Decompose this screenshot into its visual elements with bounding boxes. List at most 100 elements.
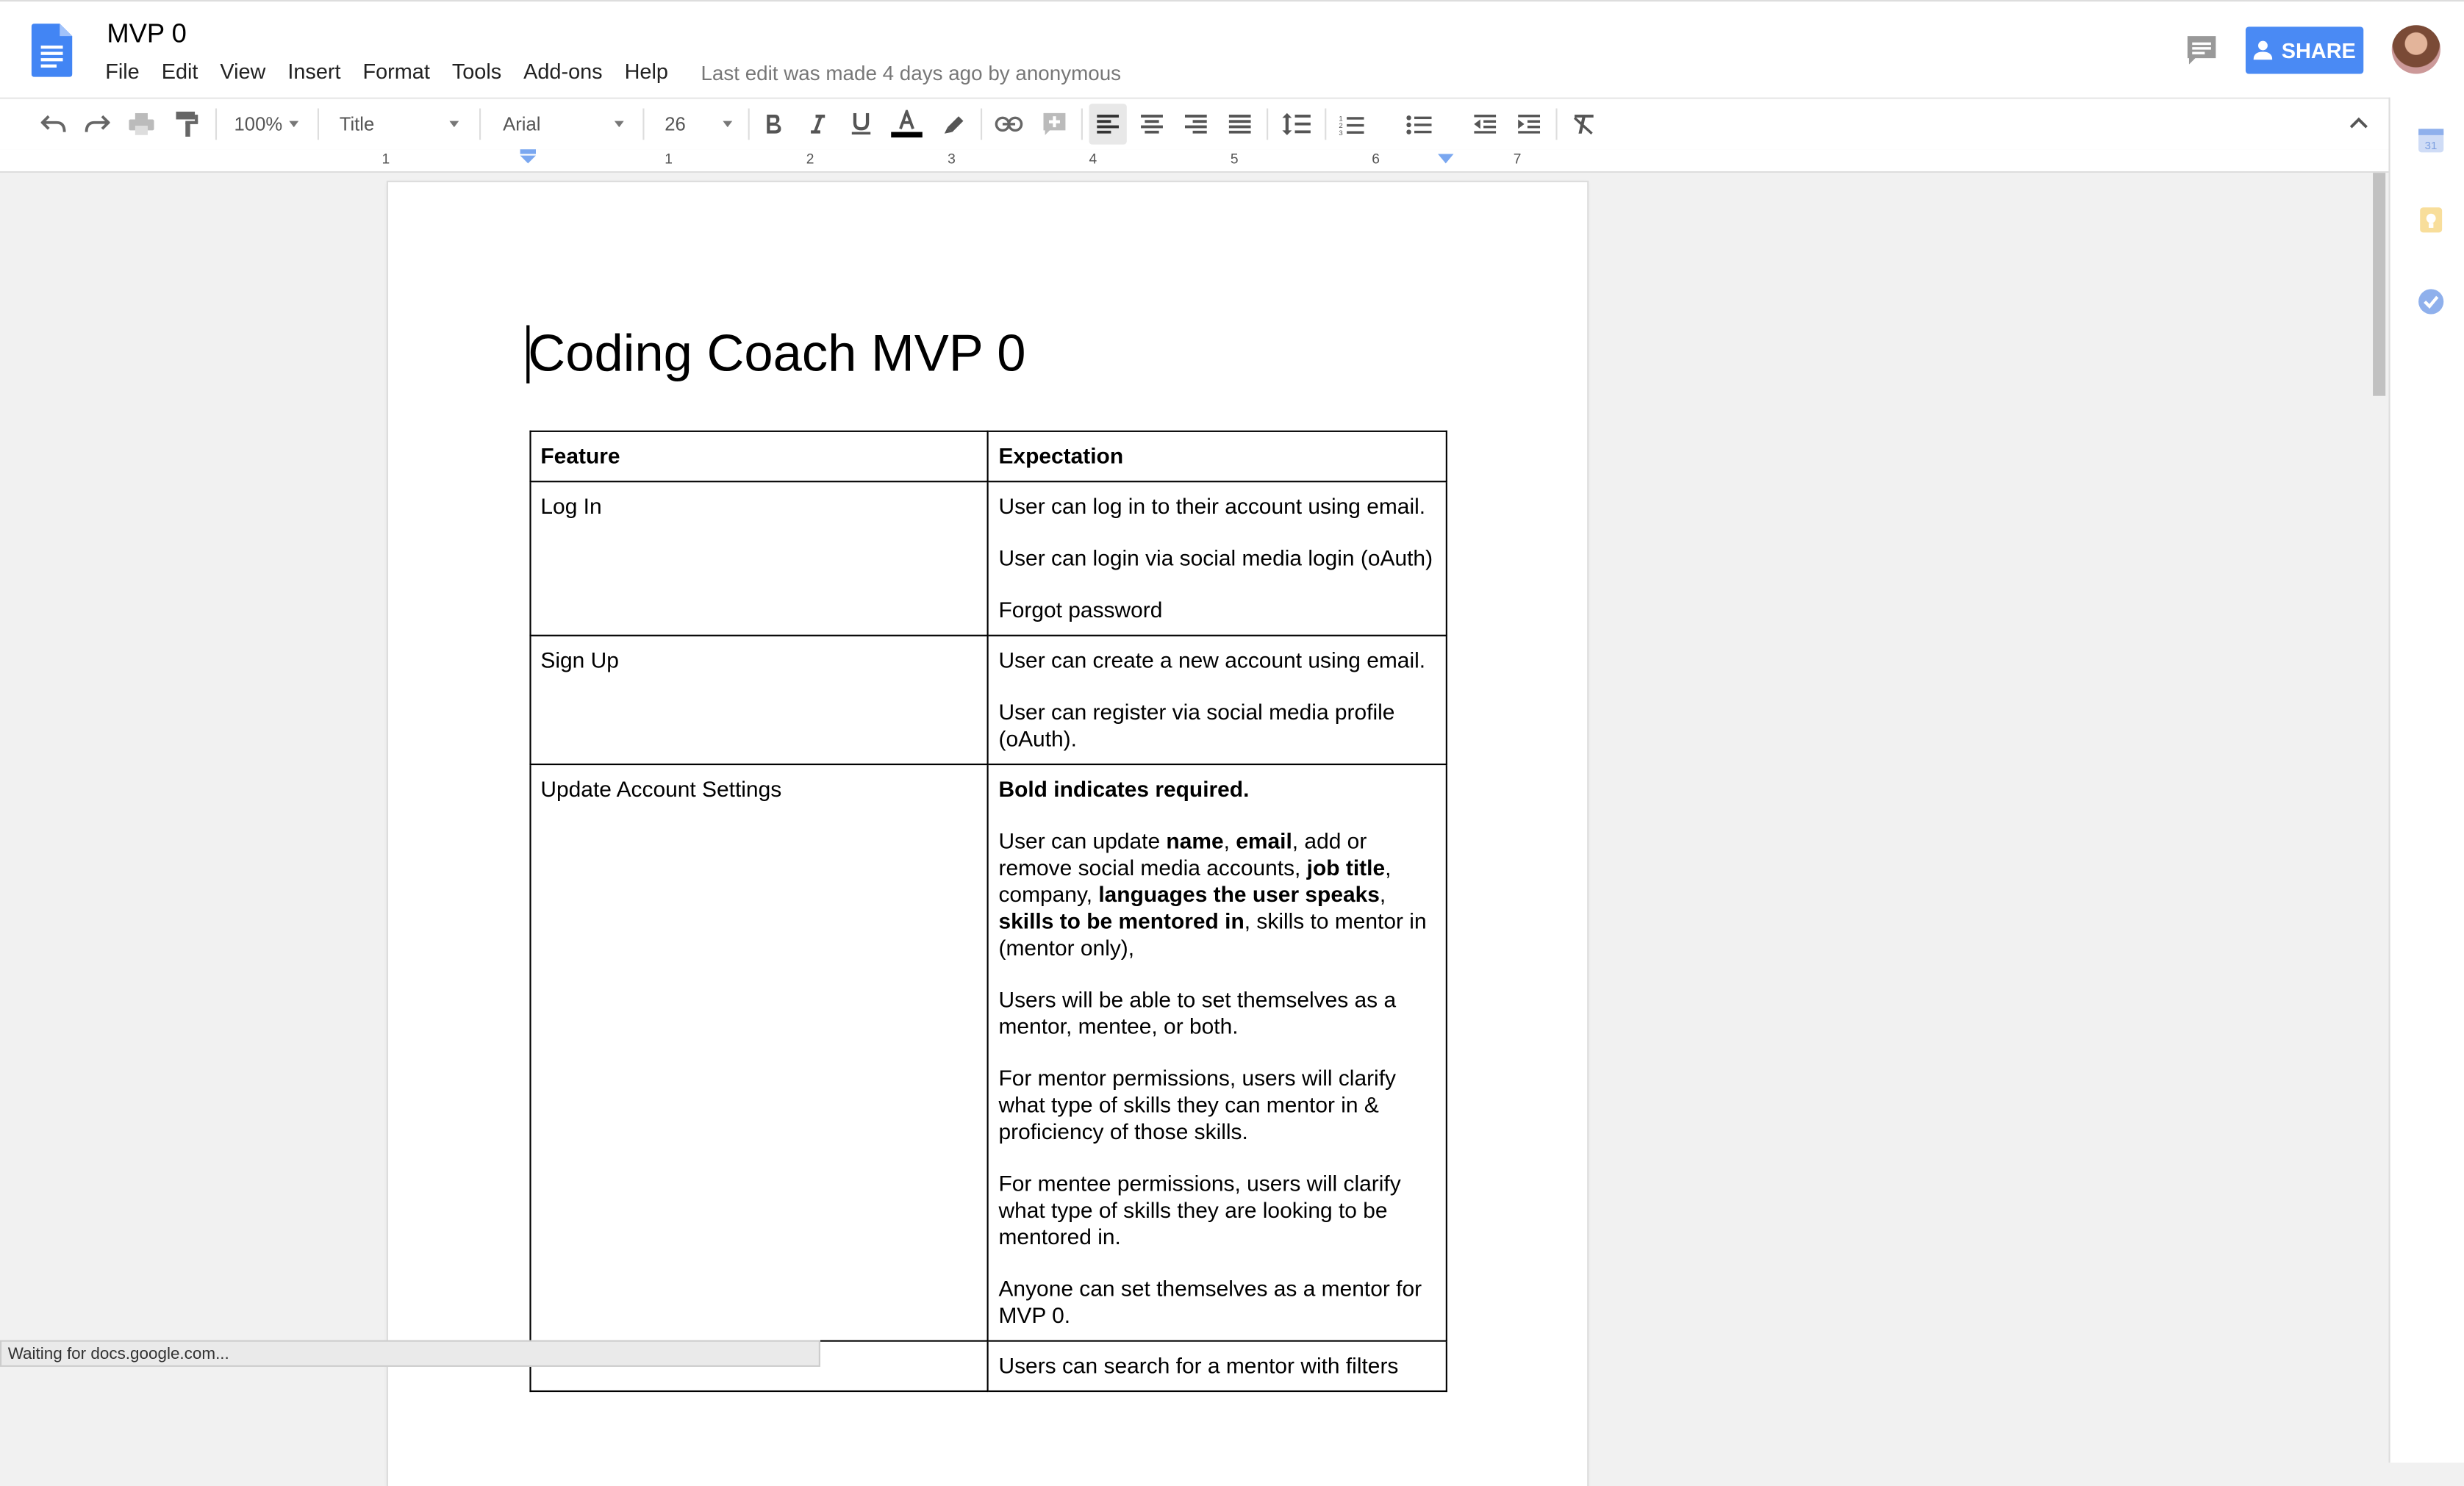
paint-format-button[interactable] — [168, 99, 206, 149]
table-cell[interactable]: User can log in to their account using e… — [987, 481, 1447, 636]
calendar-icon[interactable]: 31 — [2417, 126, 2445, 154]
font-size-value: 26 — [665, 112, 686, 135]
table-cell[interactable]: Log In — [529, 481, 989, 636]
menu-insert[interactable]: Insert — [276, 60, 351, 85]
ruler-number: 5 — [1230, 151, 1239, 167]
toolbar-divider — [215, 108, 218, 140]
toolbar-divider — [748, 108, 750, 140]
numbered-list-button[interactable]: 123 — [1334, 99, 1391, 149]
expectation-text: Anyone can set themselves as a mentor fo… — [998, 1275, 1422, 1328]
redo-button[interactable] — [79, 99, 116, 149]
svg-text:3: 3 — [1339, 129, 1342, 134]
menu-addons[interactable]: Add-ons — [512, 60, 613, 85]
tasks-icon[interactable] — [2417, 287, 2445, 315]
table-cell[interactable]: User can create a new account using emai… — [987, 634, 1447, 766]
share-button[interactable]: SHARE — [2245, 26, 2364, 74]
font-size-select[interactable]: 26 — [653, 99, 742, 149]
align-left-button[interactable] — [1089, 104, 1127, 145]
zoom-select[interactable]: 100% — [226, 99, 308, 149]
document-title[interactable]: MVP 0 — [107, 19, 186, 51]
chevron-down-icon — [614, 121, 624, 128]
document-page[interactable]: Coding Coach MVP 0 Feature Expectation L… — [388, 182, 1588, 1486]
feature-table[interactable]: Feature Expectation Log In User can log … — [529, 430, 1447, 1393]
highlight-button[interactable] — [935, 99, 973, 149]
paint-format-icon — [176, 111, 198, 137]
document-heading[interactable]: Coding Coach MVP 0 — [528, 323, 1025, 383]
svg-text:31: 31 — [2425, 140, 2438, 152]
style-value: Title — [339, 112, 375, 135]
last-edit-link[interactable]: Last edit was made 4 days ago by anonymo… — [701, 61, 1121, 85]
toolbar-divider — [1325, 108, 1327, 140]
menu-view[interactable]: View — [209, 60, 276, 85]
style-select[interactable]: Title — [330, 99, 468, 149]
menu-help[interactable]: Help — [614, 60, 679, 85]
font-select[interactable]: Arial — [492, 99, 633, 149]
toolbar-divider — [642, 108, 645, 140]
increase-indent-icon — [1518, 115, 1541, 134]
expectation-text: For mentor permissions, users will clari… — [998, 1065, 1397, 1144]
ruler-number: 2 — [806, 151, 814, 167]
numbered-list-icon: 123 — [1339, 115, 1364, 134]
comment-icon[interactable] — [2185, 35, 2219, 66]
undo-icon — [40, 115, 66, 132]
insert-comment-icon — [1043, 112, 1066, 135]
collapse-menus-button[interactable] — [2341, 98, 2376, 148]
docs-logo-icon[interactable] — [31, 24, 73, 77]
avatar[interactable] — [2391, 25, 2441, 74]
bulleted-list-button[interactable] — [1400, 99, 1457, 149]
bulleted-list-icon — [1406, 115, 1432, 134]
underline-button[interactable] — [844, 99, 878, 149]
underline-icon — [851, 112, 871, 134]
menu-edit[interactable]: Edit — [151, 60, 209, 85]
insert-comment-button[interactable] — [1036, 99, 1073, 149]
keep-icon[interactable] — [2417, 206, 2445, 234]
toolbar-divider — [1555, 108, 1558, 140]
ruler-number: 1 — [382, 151, 390, 167]
align-center-button[interactable] — [1133, 99, 1170, 149]
document-canvas: Coding Coach MVP 0 Feature Expectation L… — [0, 173, 2389, 1486]
align-left-icon — [1097, 115, 1120, 134]
bold-button[interactable] — [756, 99, 790, 149]
decrease-indent-button[interactable] — [1466, 99, 1504, 149]
link-icon — [995, 116, 1023, 132]
vertical-scrollbar[interactable] — [2370, 173, 2389, 1462]
side-panel: 31 — [2388, 97, 2464, 1463]
right-indent-marker-icon[interactable] — [1436, 151, 1455, 166]
expectation-text: Users can search for a mentor with filte… — [998, 1352, 1399, 1378]
left-indent-marker-icon[interactable] — [518, 149, 537, 165]
expectation-text: User can register via social media profi… — [998, 699, 1395, 751]
ruler[interactable]: 1 1 2 3 4 5 6 7 — [0, 149, 2389, 173]
text-color-button[interactable] — [888, 99, 925, 149]
scrollbar-thumb[interactable] — [2373, 173, 2386, 396]
table-cell[interactable]: Update Account Settings — [529, 763, 989, 1342]
table-cell[interactable]: Expectation — [987, 430, 1447, 483]
line-spacing-icon — [1282, 112, 1311, 135]
expectation-text: User can create a new account using emai… — [998, 647, 1426, 672]
align-justify-button[interactable] — [1221, 99, 1258, 149]
print-button[interactable] — [123, 99, 160, 149]
share-label: SHARE — [2281, 38, 2356, 62]
menu-tools[interactable]: Tools — [441, 60, 512, 85]
expectation-text: User can log in to their account using e… — [998, 493, 1426, 519]
increase-indent-button[interactable] — [1510, 99, 1547, 149]
menu-format[interactable]: Format — [351, 60, 440, 85]
menu-file[interactable]: File — [94, 60, 150, 85]
table-cell[interactable]: Users can search for a mentor with filte… — [987, 1340, 1447, 1393]
undo-button[interactable] — [35, 99, 72, 149]
align-justify-icon — [1228, 115, 1251, 134]
ruler-number: 3 — [948, 151, 956, 167]
decrease-indent-icon — [1474, 115, 1497, 134]
zoom-value: 100% — [234, 112, 283, 135]
italic-button[interactable] — [800, 99, 834, 149]
more-options-button[interactable] — [2297, 99, 2329, 149]
table-cell[interactable]: Feature — [529, 430, 989, 483]
print-icon — [129, 112, 154, 135]
table-cell[interactable]: Sign Up — [529, 634, 989, 766]
line-spacing-button[interactable] — [1278, 99, 1315, 149]
feature-name: Sign Up — [540, 647, 619, 672]
table-cell[interactable]: Bold indicates required. User can update… — [987, 763, 1447, 1342]
align-right-button[interactable] — [1177, 99, 1214, 149]
link-button[interactable] — [990, 99, 1028, 149]
ruler-number: 4 — [1089, 151, 1097, 167]
clear-formatting-button[interactable] — [1565, 99, 1602, 149]
